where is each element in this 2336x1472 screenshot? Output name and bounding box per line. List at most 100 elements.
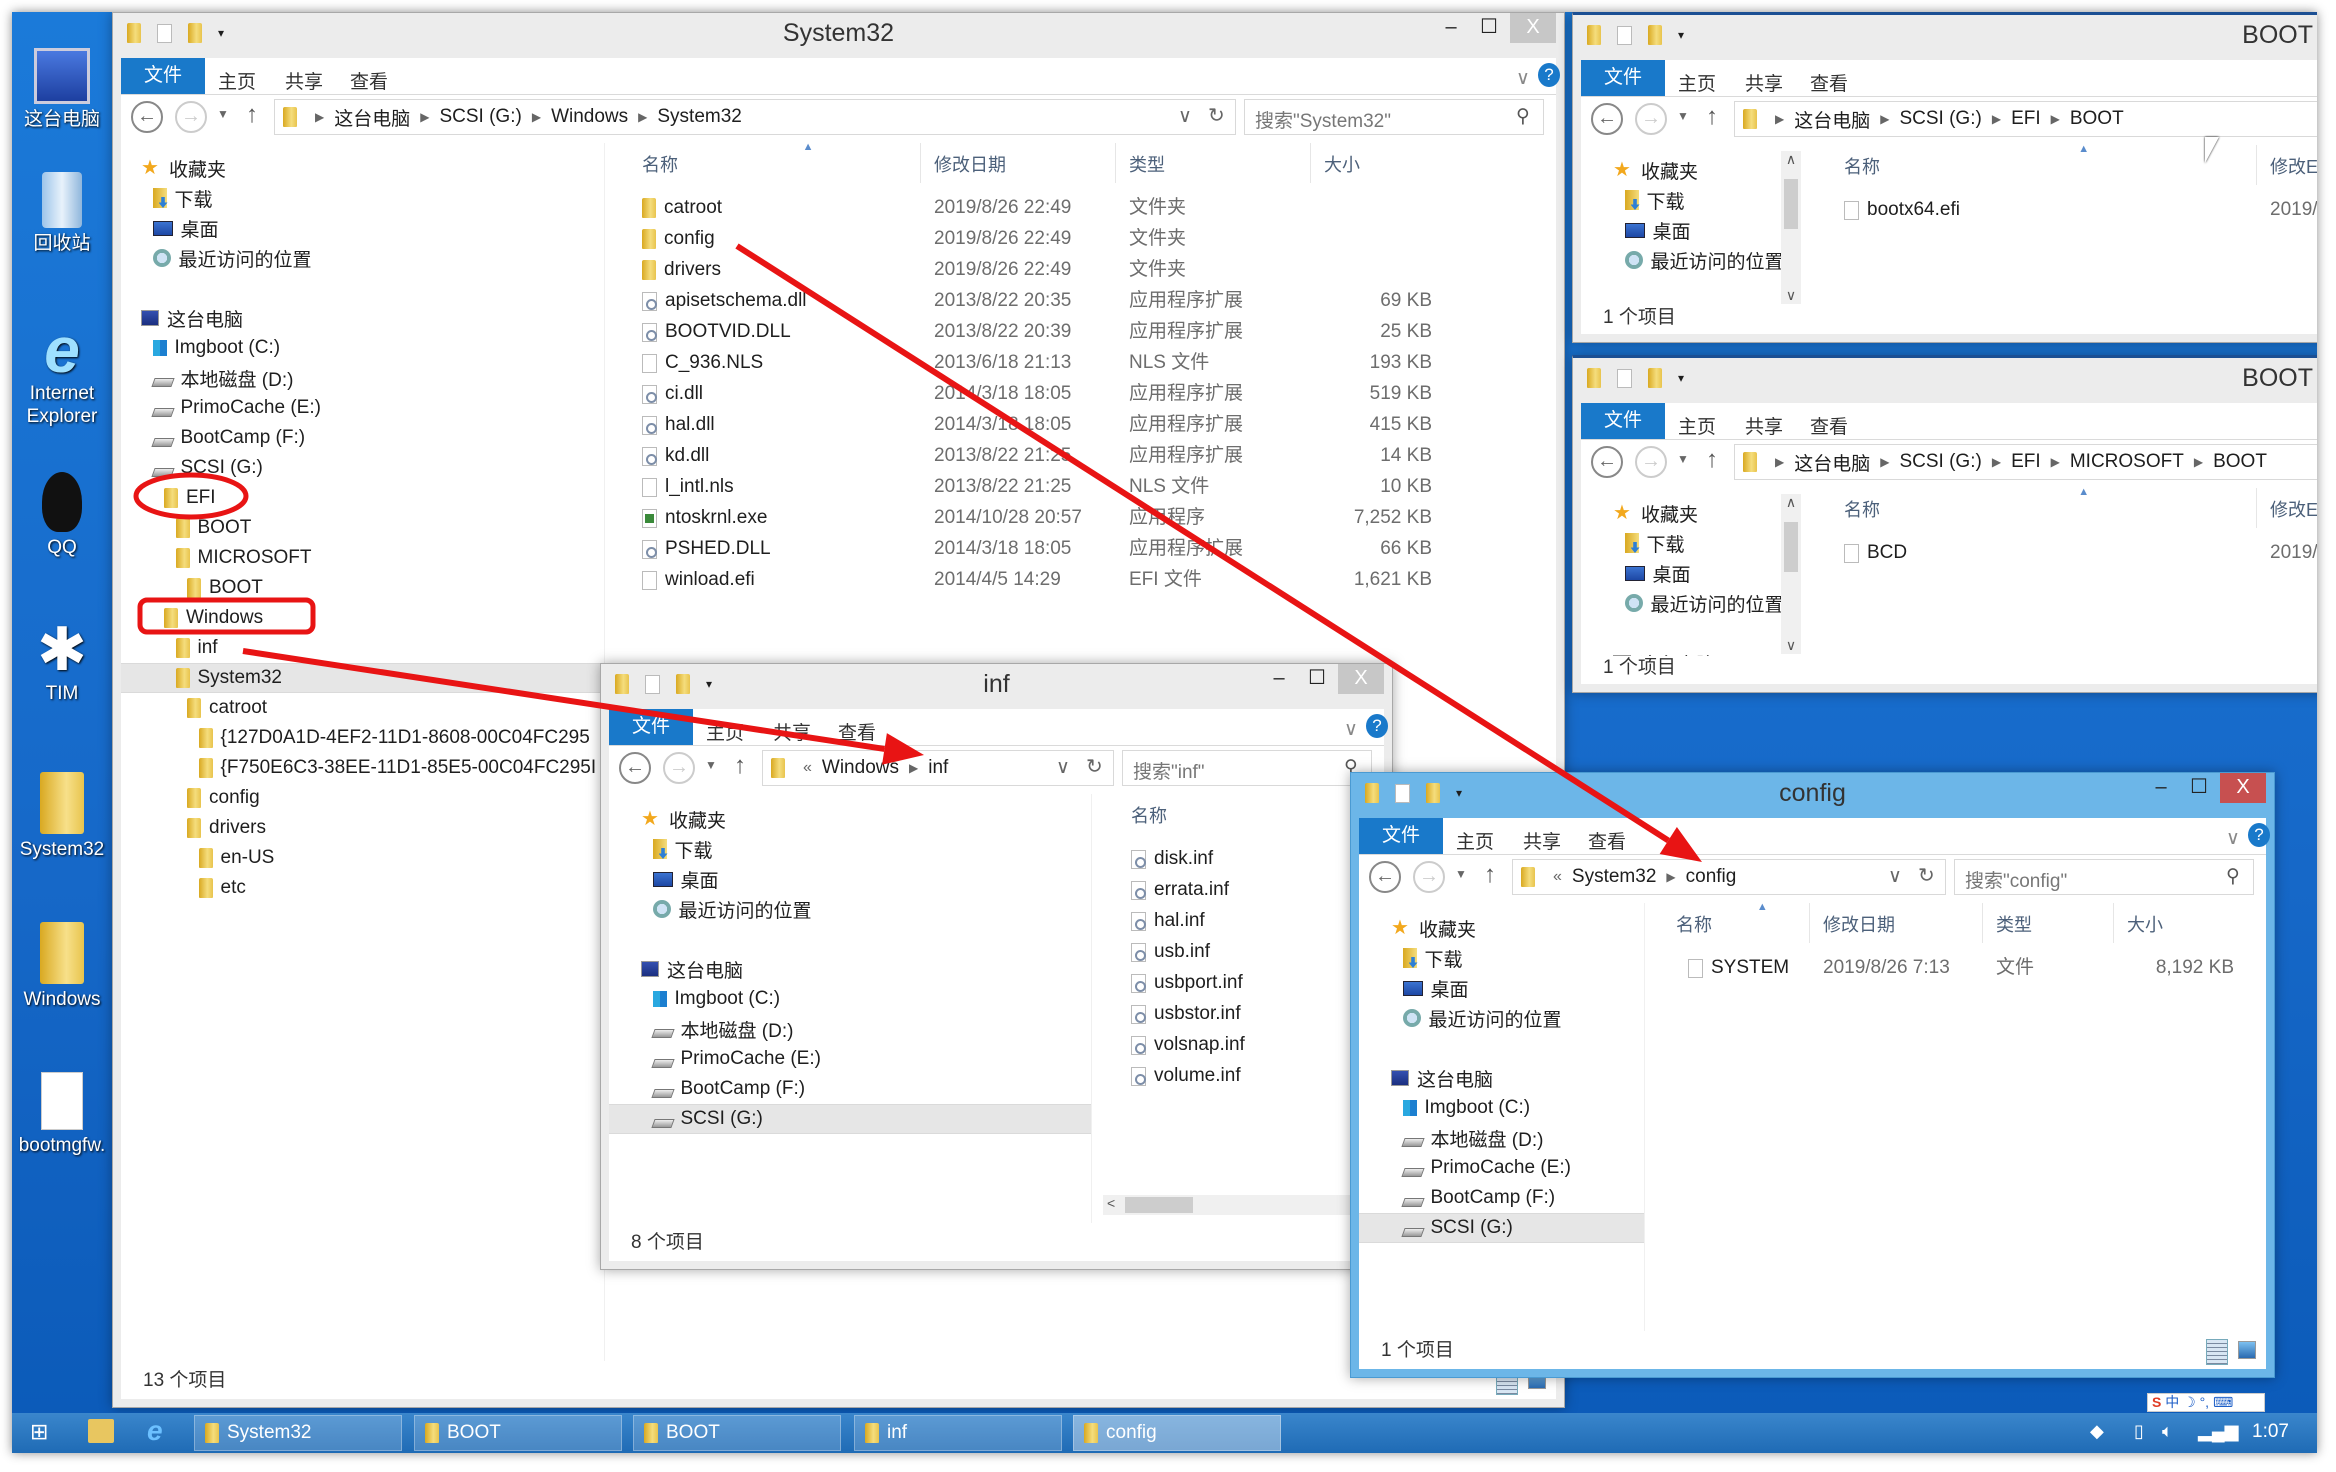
nav-item[interactable]: Imgboot (C:)	[609, 984, 1091, 1014]
breadcrumb-separator-icon[interactable]: ▶	[1775, 112, 1784, 126]
nav-item[interactable]: 最近访问的位置	[1581, 245, 1781, 275]
folder-qat-icon[interactable]	[1587, 368, 1601, 388]
breadcrumb-separator-icon[interactable]: ▶	[315, 110, 324, 124]
qat-dropdown-icon[interactable]: ▾	[1678, 28, 1684, 42]
file-row-name[interactable]: catroot	[642, 193, 722, 223]
nav-item[interactable]: 下载	[1581, 528, 1781, 558]
large-icons-view-button[interactable]	[2238, 1341, 2256, 1359]
column-header[interactable]: 修改日期	[1823, 911, 1895, 937]
breadcrumb-item[interactable]: EFI	[2011, 108, 2041, 130]
sort-ascending-icon[interactable]: ▲	[803, 141, 814, 153]
signal-icon[interactable]: ▂▄▆	[2198, 1421, 2238, 1442]
nav-item[interactable]: 桌面	[121, 213, 604, 243]
breadcrumb-item[interactable]: MICROSOFT	[2070, 451, 2184, 473]
breadcrumb-item[interactable]: config	[1686, 866, 1737, 888]
nav-scrollbar[interactable]: ∧ ∨	[1781, 494, 1801, 654]
file-row-name[interactable]: BOOTVID.DLL	[642, 317, 791, 347]
back-button[interactable]: ←	[131, 101, 163, 133]
ribbon-expand-chevron-icon[interactable]: ∨	[1516, 67, 1530, 90]
scroll-thumb[interactable]	[1784, 179, 1798, 229]
desktop-icon[interactable]: System32	[12, 772, 112, 861]
nav-item[interactable]: SCSI (G:)	[1359, 1213, 1644, 1243]
breadcrumb-separator-icon[interactable]: ▶	[1880, 112, 1889, 126]
breadcrumb-separator-icon[interactable]: ▶	[1880, 455, 1889, 469]
nav-item[interactable]: 下载	[609, 834, 1091, 864]
minimize-button[interactable]: ‒	[1431, 13, 1471, 43]
ribbon-tab-file[interactable]: 文件	[1581, 403, 1665, 439]
taskbar-task[interactable]: inf	[854, 1415, 1062, 1451]
volume-icon[interactable]: 🔈︎	[2162, 1421, 2173, 1442]
address-bar[interactable]: ▶ 这台电脑 ▶ SCSI (G:) ▶ Windows ▶ System32	[274, 99, 1236, 135]
recent-locations-dropdown-icon[interactable]: ▼	[705, 758, 717, 772]
ribbon-tab-home[interactable]: 主页	[1678, 69, 1716, 96]
nav-item[interactable]: PrimoCache (E:)	[1359, 1153, 1644, 1183]
desktop-icon[interactable]: 回收站	[12, 172, 112, 255]
nav-item[interactable]: en-US	[121, 843, 604, 873]
forward-button[interactable]: →	[1635, 446, 1667, 478]
column-header[interactable]: 名称	[1676, 911, 1712, 937]
ribbon-tab-view[interactable]: 查看	[1810, 412, 1848, 439]
refresh-button[interactable]: ↻	[1918, 863, 1935, 888]
file-row-name[interactable]: hal.dll	[642, 410, 715, 440]
up-button[interactable]: ↑	[1484, 861, 1496, 889]
breadcrumb-item[interactable]: System32	[657, 106, 741, 128]
back-button[interactable]: ←	[619, 752, 651, 784]
scroll-up-arrow[interactable]: ∧	[1781, 494, 1801, 511]
nav-item[interactable]: 桌面	[1581, 215, 1781, 245]
nav-item[interactable]: drivers	[121, 813, 604, 843]
breadcrumb-item[interactable]: 这台电脑	[1794, 106, 1870, 133]
folder-qat-icon[interactable]	[1587, 25, 1601, 45]
details-view-button[interactable]	[2206, 1339, 2228, 1365]
breadcrumb-item[interactable]: SCSI (G:)	[1899, 451, 1981, 473]
nav-item[interactable]: 本地磁盘 (D:)	[609, 1014, 1091, 1044]
scroll-left-arrow[interactable]: <	[1107, 1195, 1115, 1211]
search-icon[interactable]: ⚲	[2226, 865, 2240, 888]
desktop-icon[interactable]: Windows	[12, 922, 112, 1011]
forward-button[interactable]: →	[1413, 861, 1445, 893]
breadcrumb-item[interactable]: BOOT	[2070, 108, 2124, 130]
forward-button[interactable]: →	[1635, 103, 1667, 135]
nav-item[interactable]: 本地磁盘 (D:)	[1359, 1123, 1644, 1153]
up-button[interactable]: ↑	[1706, 103, 1718, 131]
nav-item[interactable]: 桌面	[1359, 973, 1644, 1003]
search-input[interactable]: 搜索"System32"	[1244, 99, 1544, 135]
nav-item[interactable]: 最近访问的位置	[1581, 588, 1781, 618]
taskbar-task[interactable]: System32	[194, 1415, 402, 1451]
desktop-icon[interactable]: QQ	[12, 472, 112, 559]
nav-item[interactable]: ★ 收藏夹	[1581, 155, 1781, 185]
scroll-thumb[interactable]	[1784, 522, 1798, 572]
ribbon-tab-file[interactable]: 文件	[1581, 60, 1665, 96]
file-row-name[interactable]: config	[642, 224, 715, 254]
file-row-name[interactable]: apisetschema.dll	[642, 286, 807, 316]
breadcrumb-separator-icon[interactable]: ▶	[909, 761, 918, 775]
battery-icon[interactable]: ▯	[2134, 1421, 2144, 1442]
overflow-chevron-icon[interactable]: «	[803, 759, 812, 777]
desktop-icon[interactable]: 这台电脑	[12, 48, 112, 131]
search-input[interactable]: 搜索"inf"	[1122, 750, 1372, 786]
nav-item[interactable]: 桌面	[609, 864, 1091, 894]
column-header[interactable]: 类型	[1996, 911, 2032, 937]
qat-dropdown-icon[interactable]: ▾	[1678, 371, 1684, 385]
breadcrumb-separator-icon[interactable]: ▶	[638, 110, 647, 124]
up-button[interactable]: ↑	[1706, 446, 1718, 474]
navigation-pane[interactable]: ★收藏夹下载桌面最近访问的位置这台电脑	[1581, 488, 1781, 656]
breadcrumb-separator-icon[interactable]: ▶	[420, 110, 429, 124]
file-row-name[interactable]: l_intl.nls	[642, 472, 734, 502]
nav-item[interactable]: ★ 收藏夹	[1581, 498, 1781, 528]
up-button[interactable]: ↑	[734, 752, 746, 780]
nav-item[interactable]: ★ 收藏夹	[609, 804, 1091, 834]
desktop-icon[interactable]: e Internet Explorer	[12, 318, 112, 428]
nav-item[interactable]: 最近访问的位置	[121, 243, 604, 273]
nav-item[interactable]: SCSI (G:)	[609, 1104, 1091, 1134]
ribbon-tab-share[interactable]: 共享	[773, 718, 811, 745]
recent-locations-dropdown-icon[interactable]: ▼	[1677, 452, 1689, 466]
column-header[interactable]: 修改日期	[934, 151, 1006, 177]
file-row-name[interactable]: volume.inf	[1131, 1061, 1241, 1091]
nav-item[interactable]: MICROSOFT	[121, 543, 604, 573]
forward-button[interactable]: →	[175, 101, 207, 133]
overflow-chevron-icon[interactable]: «	[1553, 868, 1562, 886]
file-row-name[interactable]: usbport.inf	[1131, 968, 1243, 998]
column-header[interactable]: 大小	[2127, 911, 2163, 937]
nav-item[interactable]: BOOT	[121, 573, 604, 603]
new-file-qat-icon[interactable]	[1617, 368, 1632, 388]
